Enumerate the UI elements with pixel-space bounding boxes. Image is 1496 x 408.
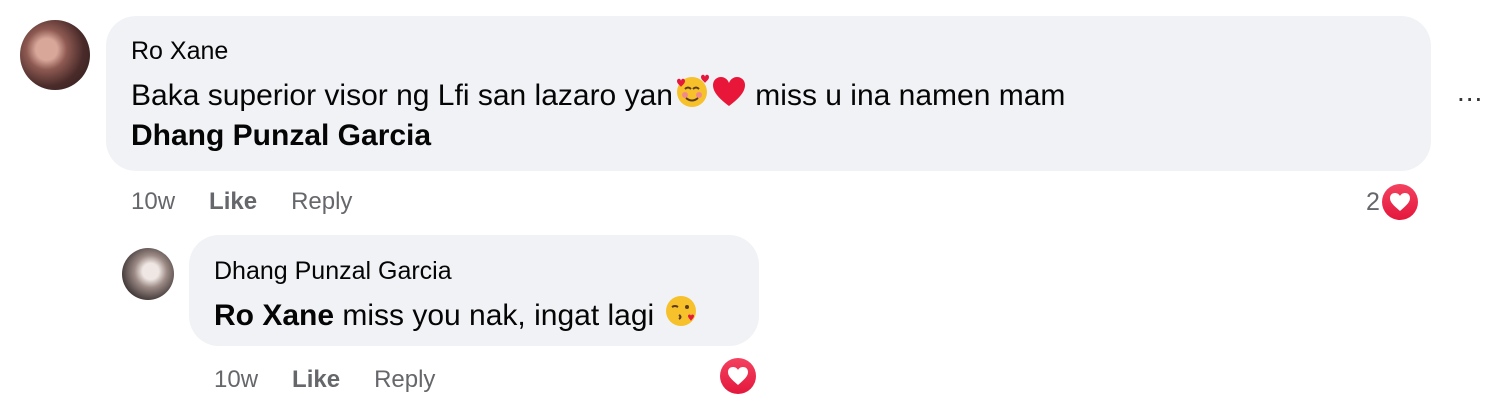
comment-text-start: Baka superior visor ng Lfi san lazaro ya…	[131, 79, 673, 112]
smiling-face-with-hearts-icon	[673, 73, 711, 117]
reply-mention[interactable]: Ro Xane	[214, 299, 334, 332]
reply-reaction-summary[interactable]	[720, 358, 756, 394]
reply-avatar[interactable]	[122, 248, 174, 300]
comment-actions: 10w Like Reply	[131, 188, 386, 216]
reply-reply-button[interactable]: Reply	[374, 366, 435, 393]
reply-timestamp[interactable]: 10w	[214, 366, 258, 393]
comment-timestamp[interactable]: 10w	[131, 188, 175, 215]
reaction-summary[interactable]: 2	[1366, 184, 1418, 220]
reaction-count: 2	[1366, 187, 1380, 216]
reply-text-body: miss you nak, ingat lagi	[334, 299, 663, 332]
like-button[interactable]: Like	[209, 188, 257, 215]
more-options-button[interactable]: ...	[1457, 76, 1483, 108]
reply-button[interactable]: Reply	[291, 188, 352, 215]
reply-like-button[interactable]: Like	[292, 366, 340, 393]
face-blowing-kiss-icon	[663, 293, 699, 337]
comment-mention[interactable]: Dhang Punzal Garcia	[131, 119, 431, 153]
reply-actions: 10w Like Reply	[214, 366, 469, 394]
red-heart-icon	[711, 75, 747, 117]
comment-text: Baka superior visor ng Lfi san lazaro ya…	[131, 73, 1065, 117]
comment-text-end: miss u ina namen mam	[746, 79, 1066, 112]
love-reaction-icon	[1381, 184, 1418, 220]
reply-love-reaction-icon	[720, 358, 756, 394]
reply-author[interactable]: Dhang Punzal Garcia	[214, 257, 452, 286]
comment-author[interactable]: Ro Xane	[131, 37, 228, 66]
avatar[interactable]	[20, 20, 90, 90]
reply-text: Ro Xane miss you nak, ingat lagi	[214, 293, 699, 337]
